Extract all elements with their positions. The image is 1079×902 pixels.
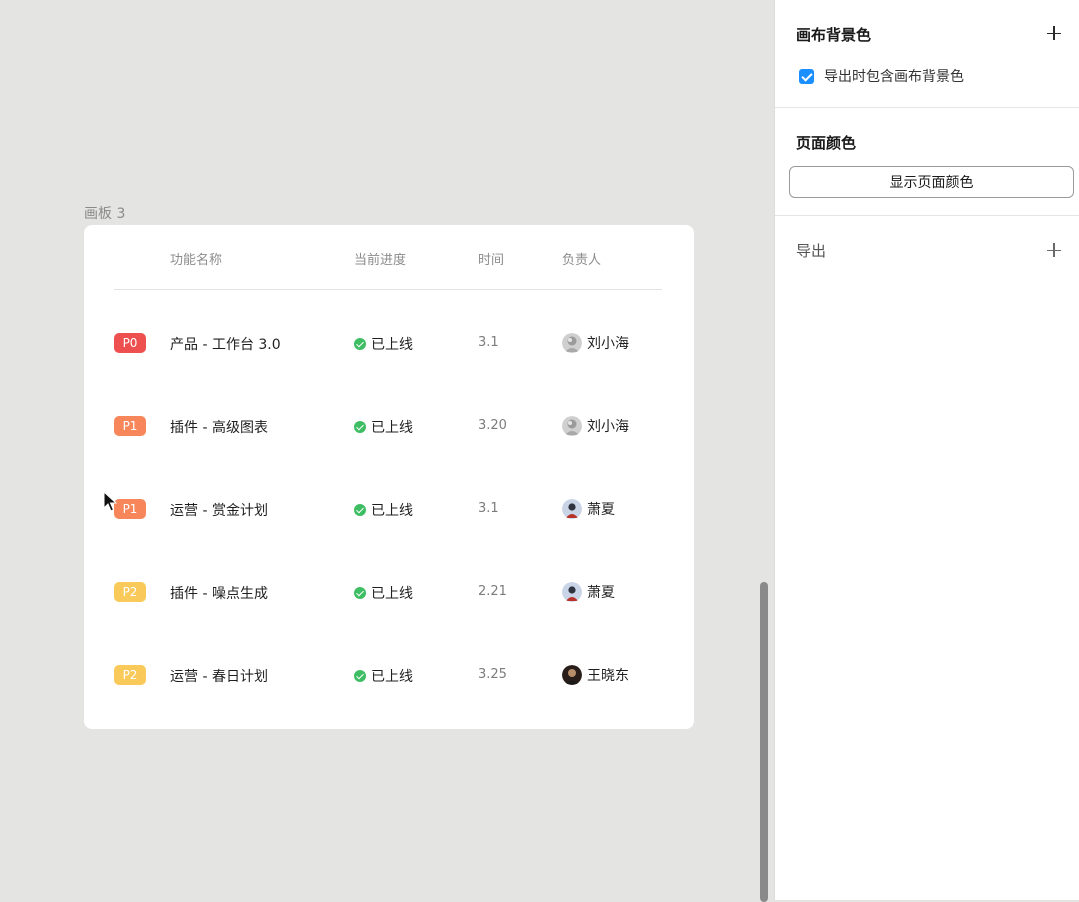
column-header-name: 功能名称 xyxy=(170,253,223,268)
avatar-gray-icon xyxy=(562,333,582,353)
owner-name: 萧夏 xyxy=(587,585,615,601)
priority-badge: P0 xyxy=(114,333,146,353)
owner: 刘小海 xyxy=(562,416,629,436)
table-row[interactable]: P1 插件 - 高级图表 已上线 3.20 刘小海 xyxy=(84,384,694,467)
owner-name: 刘小海 xyxy=(587,419,629,435)
avatar-dark-icon xyxy=(562,665,582,685)
time-value: 2.21 xyxy=(478,584,507,599)
check-circle-icon xyxy=(354,421,366,433)
feature-name: 运营 - 赏金计划 xyxy=(170,503,268,519)
time-value: 3.25 xyxy=(478,667,507,682)
add-canvas-bg-button[interactable] xyxy=(1047,26,1061,40)
priority-badge: P2 xyxy=(114,582,146,602)
vertical-scrollbar[interactable] xyxy=(760,582,768,902)
progress-status: 已上线 xyxy=(354,583,413,603)
frame-label[interactable]: 画板 3 xyxy=(84,203,125,223)
add-export-button[interactable] xyxy=(1047,243,1061,257)
progress-status: 已上线 xyxy=(354,500,413,520)
check-circle-icon xyxy=(354,504,366,516)
check-circle-icon xyxy=(354,670,366,682)
feature-name: 插件 - 噪点生成 xyxy=(170,586,268,602)
table-row[interactable]: P1 运营 - 赏金计划 已上线 3.1 萧夏 xyxy=(84,467,694,550)
avatar-blue-icon xyxy=(562,499,582,519)
mouse-cursor-icon xyxy=(103,491,117,512)
check-circle-icon xyxy=(354,587,366,599)
feature-name: 插件 - 高级图表 xyxy=(170,420,268,436)
priority-badge: P2 xyxy=(114,665,146,685)
status-label: 已上线 xyxy=(371,586,413,602)
properties-panel: 画布背景色 导出时包含画布背景色 页面颜色 显示页面颜色 导出 xyxy=(774,0,1079,900)
progress-status: 已上线 xyxy=(354,417,413,437)
progress-status: 已上线 xyxy=(354,334,413,354)
table-row[interactable]: P2 插件 - 噪点生成 已上线 2.21 萧夏 xyxy=(84,550,694,633)
avatar-blue-icon xyxy=(562,582,582,602)
table-row[interactable]: P2 运营 - 春日计划 已上线 3.25 王晓东 xyxy=(84,633,694,716)
feature-name: 产品 - 工作台 3.0 xyxy=(170,337,281,353)
feature-name: 运营 - 春日计划 xyxy=(170,669,268,685)
status-label: 已上线 xyxy=(371,503,413,519)
time-value: 3.20 xyxy=(478,418,507,433)
column-header-time: 时间 xyxy=(478,253,505,268)
header-divider xyxy=(114,289,662,290)
status-label: 已上线 xyxy=(371,420,413,436)
avatar-gray-icon xyxy=(562,416,582,436)
table-header: 功能名称 当前进度 时间 负责人 xyxy=(84,225,694,289)
time-value: 3.1 xyxy=(478,501,499,516)
column-header-progress: 当前进度 xyxy=(354,253,407,268)
owner: 萧夏 xyxy=(562,499,615,519)
owner-name: 王晓东 xyxy=(587,668,629,684)
column-header-owner: 负责人 xyxy=(562,253,602,268)
canvas-area[interactable]: 画板 3 功能名称 当前进度 时间 负责人 P0 产品 - 工作台 3.0 已上线 3… xyxy=(0,0,774,902)
status-label: 已上线 xyxy=(371,337,413,353)
export-title: 导出 xyxy=(796,242,827,260)
owner-name: 萧夏 xyxy=(587,502,615,518)
include-canvas-bg-label: 导出时包含画布背景色 xyxy=(824,69,964,85)
progress-status: 已上线 xyxy=(354,666,413,686)
canvas-bg-title: 画布背景色 xyxy=(796,26,872,44)
status-label: 已上线 xyxy=(371,669,413,685)
owner: 王晓东 xyxy=(562,665,629,685)
page-color-title: 页面颜色 xyxy=(796,134,857,152)
table-row[interactable]: P0 产品 - 工作台 3.0 已上线 3.1 刘小海 xyxy=(84,301,694,384)
owner-name: 刘小海 xyxy=(587,336,629,352)
check-circle-icon xyxy=(354,338,366,350)
show-page-color-button[interactable]: 显示页面颜色 xyxy=(789,166,1074,198)
canvas-bg-section: 画布背景色 导出时包含画布背景色 xyxy=(775,0,1079,108)
priority-badge: P1 xyxy=(114,499,146,519)
artboard[interactable]: 功能名称 当前进度 时间 负责人 P0 产品 - 工作台 3.0 已上线 3.1 刘小海… xyxy=(84,225,694,729)
page-color-section: 页面颜色 显示页面颜色 xyxy=(775,108,1079,216)
time-value: 3.1 xyxy=(478,335,499,350)
priority-badge: P1 xyxy=(114,416,146,436)
include-canvas-bg-checkbox[interactable] xyxy=(799,68,814,84)
owner: 萧夏 xyxy=(562,582,615,602)
include-canvas-bg-option[interactable]: 导出时包含画布背景色 xyxy=(799,66,964,86)
owner: 刘小海 xyxy=(562,333,629,353)
